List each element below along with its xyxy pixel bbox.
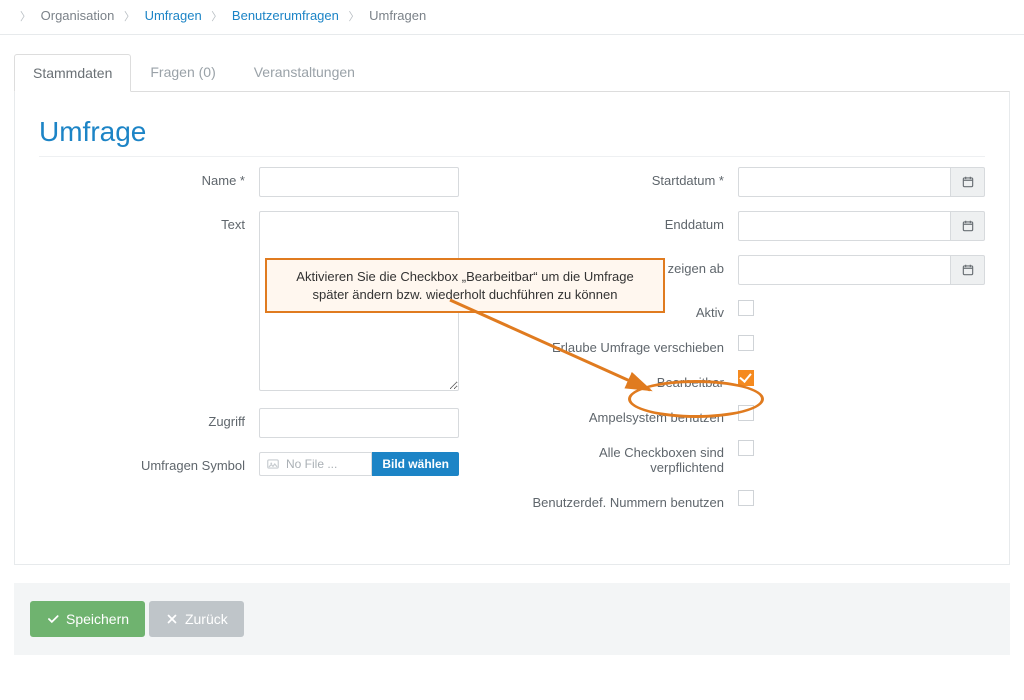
file-placeholder: No File ... bbox=[286, 457, 337, 471]
tab-veranstaltungen[interactable]: Veranstaltungen bbox=[235, 53, 374, 91]
tab-bar: Stammdaten Fragen (0) Veranstaltungen bbox=[14, 53, 1024, 91]
choose-image-button[interactable]: Bild wählen bbox=[372, 452, 459, 476]
text-label: Text bbox=[39, 211, 259, 232]
enddatum-label: Enddatum bbox=[528, 211, 738, 232]
save-button[interactable]: Speichern bbox=[30, 601, 145, 637]
page-title: Umfrage bbox=[39, 116, 985, 157]
crumb-current: Umfragen bbox=[369, 8, 426, 23]
move-checkbox[interactable] bbox=[738, 335, 754, 351]
aktiv-checkbox[interactable] bbox=[738, 300, 754, 316]
enddatum-input[interactable] bbox=[738, 211, 951, 241]
footer-bar: Speichern Zurück bbox=[14, 583, 1010, 655]
usernum-checkbox[interactable] bbox=[738, 490, 754, 506]
image-icon bbox=[266, 457, 280, 471]
tab-fragen[interactable]: Fragen (0) bbox=[131, 53, 234, 91]
crumb-benutzerumfragen[interactable]: Benutzerumfragen bbox=[232, 8, 339, 23]
back-button[interactable]: Zurück bbox=[149, 601, 244, 637]
back-label: Zurück bbox=[185, 611, 228, 627]
check-icon bbox=[46, 612, 60, 626]
chevron-right-icon: 〉 bbox=[211, 11, 222, 23]
zeigenab-input[interactable] bbox=[738, 255, 951, 285]
allreq-label: Alle Checkboxen sind verpflichtend bbox=[528, 439, 738, 475]
allreq-checkbox[interactable] bbox=[738, 440, 754, 456]
symbol-label: Umfragen Symbol bbox=[39, 452, 259, 473]
startdatum-label: Startdatum * bbox=[528, 167, 738, 188]
zugriff-input[interactable] bbox=[259, 408, 459, 438]
usernum-label: Benutzerdef. Nummern benutzen bbox=[528, 489, 738, 510]
enddatum-calendar-button[interactable] bbox=[951, 211, 985, 241]
chevron-right-icon: 〉 bbox=[20, 11, 31, 23]
startdatum-input[interactable] bbox=[738, 167, 951, 197]
file-display: No File ... bbox=[259, 452, 372, 476]
crumb-umfragen[interactable]: Umfragen bbox=[145, 8, 202, 23]
annotation-ellipse bbox=[628, 380, 764, 418]
startdatum-calendar-button[interactable] bbox=[951, 167, 985, 197]
close-icon bbox=[165, 612, 179, 626]
name-input[interactable] bbox=[259, 167, 459, 197]
name-label: Name * bbox=[39, 167, 259, 188]
chevron-right-icon: 〉 bbox=[349, 11, 360, 23]
calendar-icon bbox=[961, 263, 975, 277]
breadcrumb: 〉 Organisation 〉 Umfragen 〉 Benutzerumfr… bbox=[0, 0, 1024, 35]
zeigenab-calendar-button[interactable] bbox=[951, 255, 985, 285]
tab-stammdaten[interactable]: Stammdaten bbox=[14, 54, 131, 92]
zugriff-label: Zugriff bbox=[39, 408, 259, 429]
calendar-icon bbox=[961, 219, 975, 233]
save-label: Speichern bbox=[66, 611, 129, 627]
crumb-org: Organisation bbox=[41, 8, 115, 23]
calendar-icon bbox=[961, 175, 975, 189]
chevron-right-icon: 〉 bbox=[124, 11, 135, 23]
